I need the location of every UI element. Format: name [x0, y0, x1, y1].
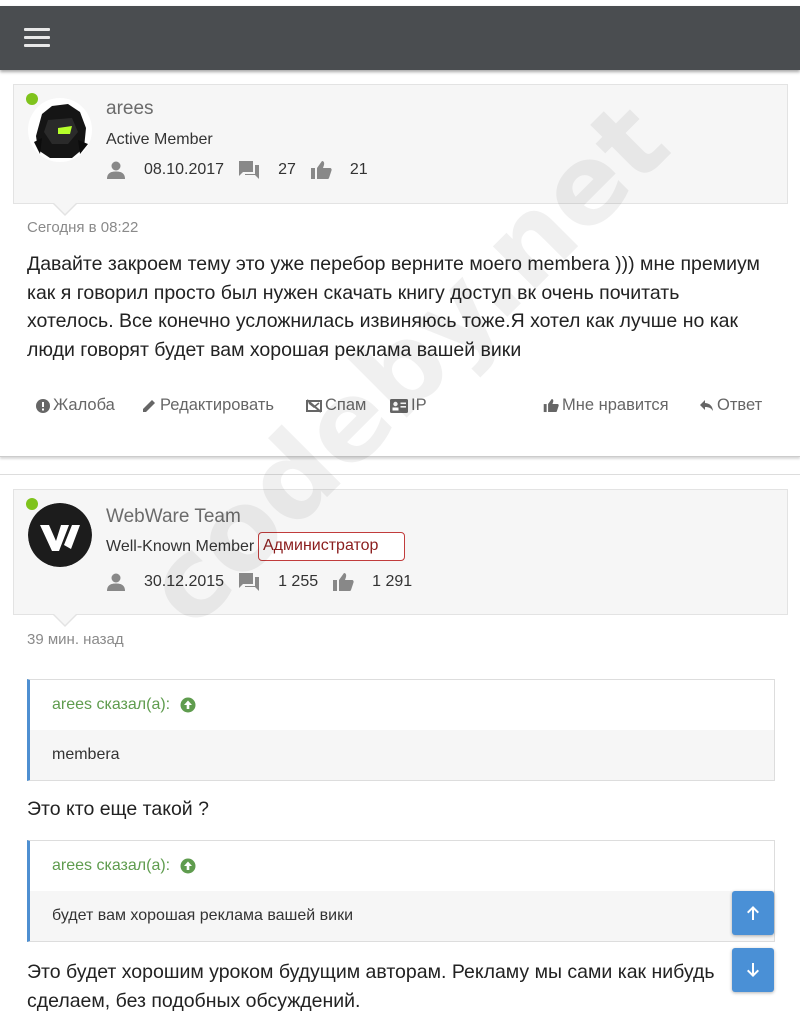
arrow-up-icon: [747, 906, 759, 920]
post-text: Это будет хорошим уроком будущим авторам…: [27, 961, 715, 1012]
post-text: Это кто еще такой ?: [27, 798, 209, 820]
scroll-top-button[interactable]: [732, 891, 774, 935]
user-stats: 30.12.2015 1 255 1 291: [106, 572, 426, 592]
alert-icon: [36, 398, 50, 413]
spam-button[interactable]: Спам: [306, 396, 366, 415]
like-label: Мне нравится: [562, 396, 669, 414]
username[interactable]: arees: [106, 98, 154, 120]
user-info-box: arees Active Member 08.10.2017 27 21: [13, 84, 788, 216]
hamburger-menu-icon[interactable]: [24, 28, 50, 48]
like-button[interactable]: Мне нравится: [543, 396, 669, 415]
post-arees: arees Active Member 08.10.2017 27 21 Сег…: [0, 78, 800, 457]
post-webware-team: WebWare Team Well-Known Member Администр…: [0, 474, 800, 1035]
like-count: 21: [349, 161, 368, 178]
reply-icon: [700, 400, 713, 411]
quote-block: arees сказал(а): будет вам хорошая рекла…: [27, 840, 775, 942]
thumbs-up-icon: [332, 572, 354, 592]
top-navigation-bar: [0, 6, 800, 70]
user-icon: [106, 160, 126, 180]
scroll-bottom-button[interactable]: [732, 948, 774, 992]
report-button[interactable]: Жалоба: [36, 396, 115, 415]
avatar[interactable]: [28, 503, 92, 567]
quote-block: arees сказал(а): membera: [27, 679, 775, 781]
arrow-down-icon: [747, 963, 759, 977]
message-count: 27: [278, 161, 296, 178]
spam-label: Спам: [325, 396, 367, 414]
joined-date: 30.12.2015: [144, 573, 225, 590]
message-count: 1 255: [278, 573, 319, 590]
arrow-up-circle-icon: [180, 697, 196, 713]
online-indicator-icon: [26, 93, 38, 105]
quote-author: arees сказал(а):: [52, 696, 171, 713]
username[interactable]: WebWare Team: [106, 506, 241, 528]
avatar[interactable]: [28, 98, 92, 162]
ip-button[interactable]: IP: [390, 396, 427, 415]
pencil-icon: [143, 400, 155, 412]
thumbs-up-icon: [543, 398, 559, 413]
joined-date: 08.10.2017: [144, 161, 225, 178]
user-icon: [106, 572, 126, 592]
id-card-icon: [390, 398, 408, 413]
post-message: Давайте закроем тему это уже перебор вер…: [27, 253, 760, 361]
ip-label: IP: [411, 396, 427, 414]
online-indicator-icon: [26, 498, 38, 510]
edit-button[interactable]: Редактировать: [142, 396, 274, 415]
messages-icon: [238, 572, 260, 592]
user-title: Active Member: [106, 131, 213, 148]
post-date[interactable]: 39 мин. назад: [27, 631, 124, 648]
reply-button[interactable]: Ответ: [699, 396, 762, 415]
quote-author-link[interactable]: arees сказал(а):: [30, 680, 774, 730]
user-title: Well-Known Member: [106, 538, 255, 555]
report-label: Жалоба: [53, 396, 115, 414]
like-count: 1 291: [372, 573, 413, 590]
thumbs-up-icon: [310, 160, 332, 180]
quote-text: membera: [30, 730, 774, 780]
spam-icon: [306, 398, 322, 413]
edit-label: Редактировать: [160, 396, 274, 414]
quote-author: arees сказал(а):: [52, 857, 171, 874]
messages-icon: [238, 160, 260, 180]
quote-text: будет вам хорошая реклама вашей вики: [30, 891, 774, 941]
quote-author-link[interactable]: arees сказал(а):: [30, 841, 774, 891]
reply-label: Ответ: [717, 396, 763, 414]
post-date[interactable]: Сегодня в 08:22: [27, 219, 138, 236]
user-info-box: WebWare Team Well-Known Member Администр…: [13, 489, 788, 627]
admin-badge: Администратор: [258, 532, 406, 561]
user-stats: 08.10.2017 27 21: [106, 160, 382, 180]
arrow-up-circle-icon: [180, 858, 196, 874]
